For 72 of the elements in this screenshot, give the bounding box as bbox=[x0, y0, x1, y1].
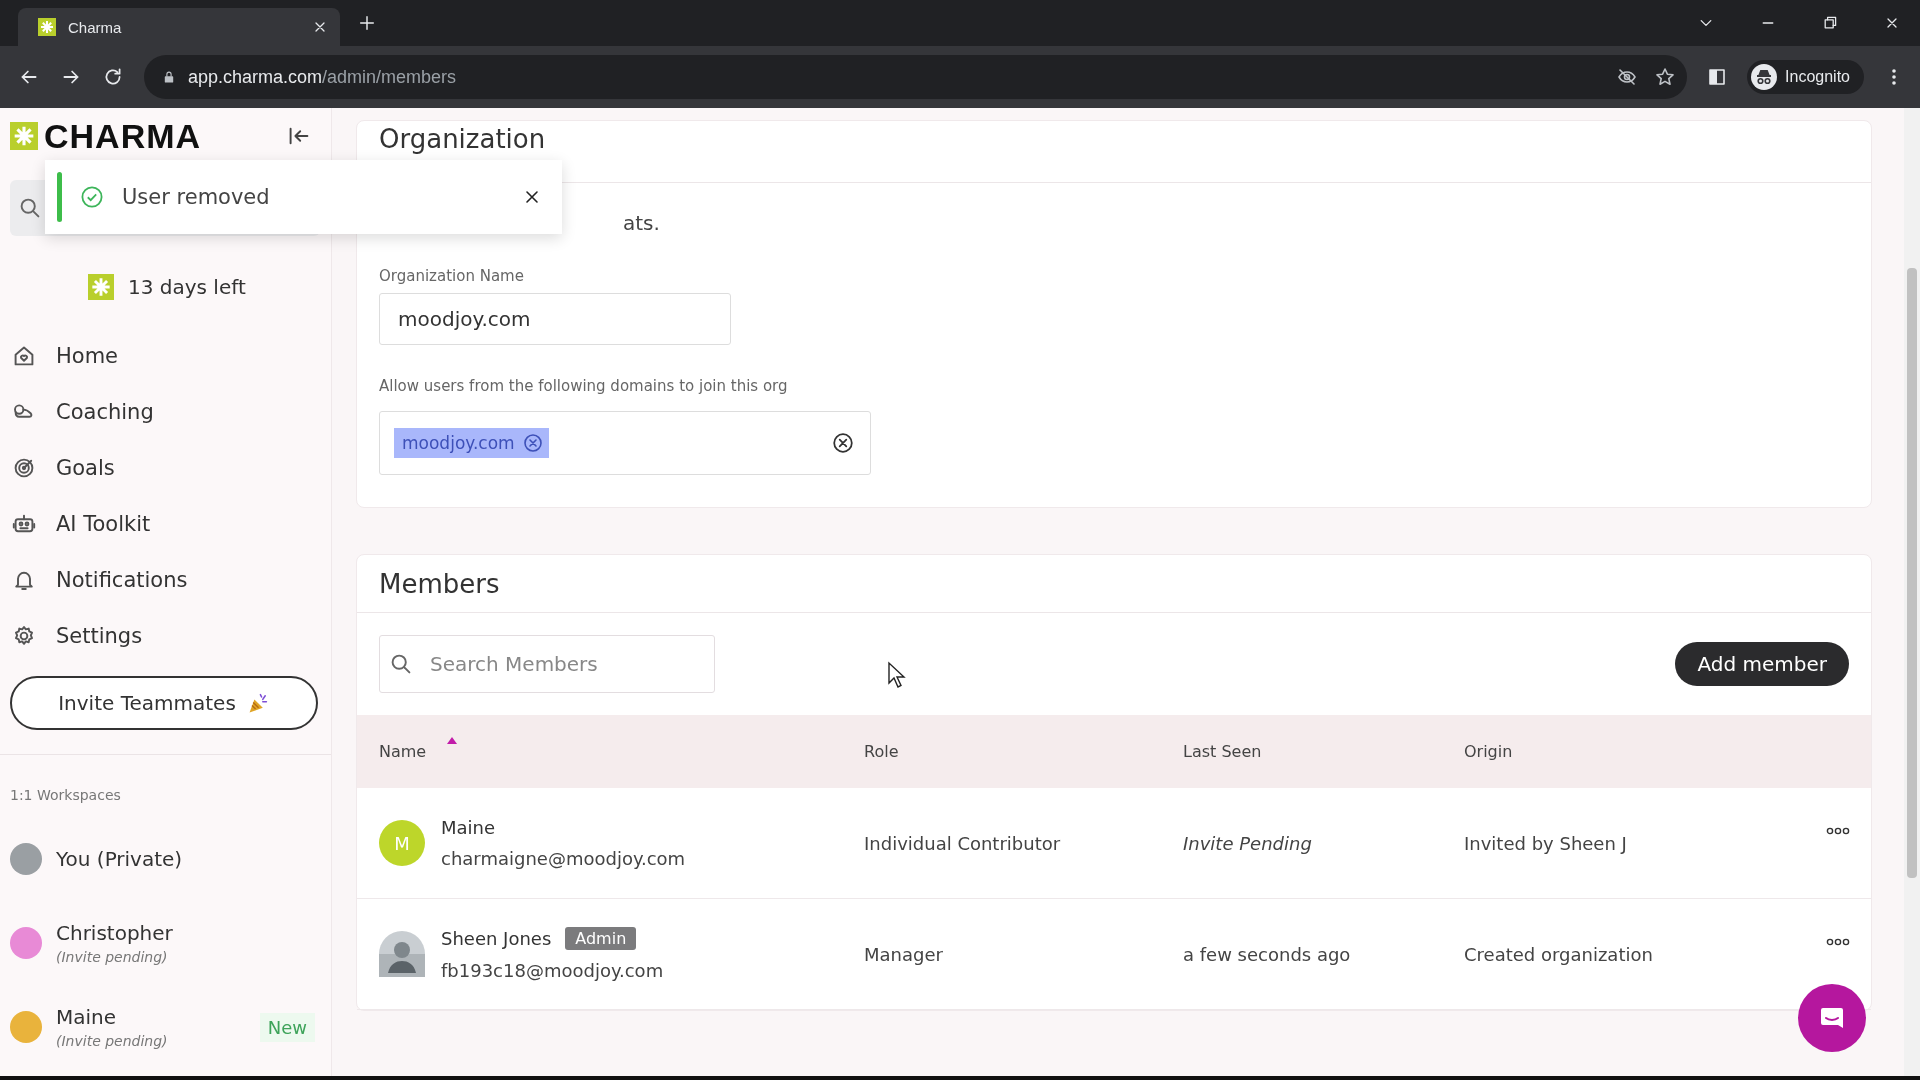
domains-field[interactable]: moodjoy.com bbox=[379, 411, 871, 475]
avatar bbox=[379, 931, 425, 977]
invite-status: (Invite pending) bbox=[56, 949, 169, 965]
workspace-link[interactable]: Maine bbox=[56, 1005, 168, 1029]
sidebar-toggle-icon[interactable] bbox=[1707, 67, 1728, 87]
section-title: Organization bbox=[379, 124, 546, 154]
logo-icon bbox=[10, 122, 38, 150]
nav-link[interactable]: Goals bbox=[56, 456, 115, 480]
table-cell-text: a few seconds ago bbox=[1183, 943, 1352, 965]
column-header[interactable]: Role bbox=[864, 742, 899, 761]
member-name: Maine bbox=[441, 817, 496, 838]
description-text: ats. bbox=[622, 211, 661, 235]
new-tab-icon[interactable] bbox=[358, 14, 376, 32]
address-bar[interactable]: app.charma.com/admin/members bbox=[144, 55, 1688, 99]
column-header[interactable]: Name bbox=[379, 742, 427, 761]
trial-days-left: 13 days left bbox=[128, 275, 246, 299]
organization-name-field[interactable]: moodjoy.com bbox=[379, 293, 731, 345]
table-cell-text: Individual Contributor bbox=[864, 832, 1062, 854]
member-email: fb193c18@moodjoy.com bbox=[441, 960, 664, 981]
invite-teammates-button[interactable]: Invite Teammates bbox=[10, 676, 318, 730]
field-label: Allow users from the following domains to join this org bbox=[379, 377, 789, 395]
search-field[interactable]: Search Members bbox=[379, 635, 715, 693]
role-badge: Admin bbox=[565, 927, 637, 950]
table-cell-text: Created organization bbox=[1464, 943, 1654, 965]
eye-slash-icon[interactable] bbox=[1617, 67, 1638, 87]
target-icon bbox=[12, 456, 36, 480]
logo-text: CHARMA bbox=[44, 118, 202, 154]
search-icon bbox=[18, 196, 42, 220]
add-member-button[interactable]: Add member bbox=[1675, 642, 1849, 686]
nav-link[interactable]: Coaching bbox=[56, 400, 154, 424]
tab-title: Charma bbox=[68, 18, 123, 36]
new-badge: New bbox=[259, 1012, 315, 1042]
remove-icon[interactable] bbox=[522, 433, 543, 453]
favicon-icon bbox=[38, 18, 56, 36]
member-email: charmaigne@moodjoy.com bbox=[441, 848, 686, 869]
workspace-link[interactable]: Christopher bbox=[56, 921, 173, 945]
incognito-icon bbox=[1751, 64, 1778, 90]
nav-link[interactable]: Notifications bbox=[56, 568, 188, 592]
more-options-icon[interactable] bbox=[1825, 826, 1850, 836]
avatar: M bbox=[379, 820, 425, 866]
invite-status: (Invite pending) bbox=[56, 1033, 168, 1049]
lock-icon bbox=[162, 70, 176, 84]
workspace-link[interactable]: You (Private) bbox=[56, 847, 183, 871]
logo-icon bbox=[88, 274, 114, 300]
restore-icon[interactable] bbox=[1822, 15, 1838, 31]
more-options-icon[interactable] bbox=[1825, 937, 1850, 947]
clear-icon[interactable] bbox=[832, 432, 854, 454]
section-title: Members bbox=[379, 568, 500, 599]
scrollbar[interactable] bbox=[1904, 108, 1920, 1076]
field-label: Organization Name bbox=[379, 267, 525, 285]
cursor-icon bbox=[887, 661, 907, 689]
table-cell-text: Invite Pending bbox=[1183, 832, 1313, 854]
home-icon bbox=[12, 344, 36, 368]
table-cell-text: Manager bbox=[864, 943, 944, 965]
settings-icon bbox=[12, 624, 36, 648]
column-header[interactable]: Last Seen bbox=[1183, 742, 1262, 761]
nav-link[interactable]: Home bbox=[56, 344, 118, 368]
table-cell-text: Invited by Sheen J bbox=[1464, 832, 1628, 854]
domain-tag: moodjoy.com bbox=[394, 428, 549, 458]
section-label: 1:1 Workspaces bbox=[10, 787, 122, 803]
url-text: app.charma.com/admin/members bbox=[188, 66, 457, 88]
nav-link[interactable]: Settings bbox=[56, 624, 143, 648]
check-icon bbox=[80, 185, 104, 209]
toast-message: User removed bbox=[122, 185, 270, 209]
column-header[interactable]: Origin bbox=[1464, 742, 1513, 761]
nav-link[interactable]: AI Toolkit bbox=[56, 512, 151, 536]
incognito-button[interactable]: Incognito bbox=[1747, 60, 1864, 94]
member-name: Sheen Jones bbox=[441, 928, 552, 949]
browser-tab[interactable]: Charma bbox=[18, 8, 340, 46]
star-icon[interactable] bbox=[1655, 67, 1676, 87]
search-icon bbox=[389, 652, 413, 676]
sort-ascending-icon[interactable] bbox=[446, 736, 459, 746]
